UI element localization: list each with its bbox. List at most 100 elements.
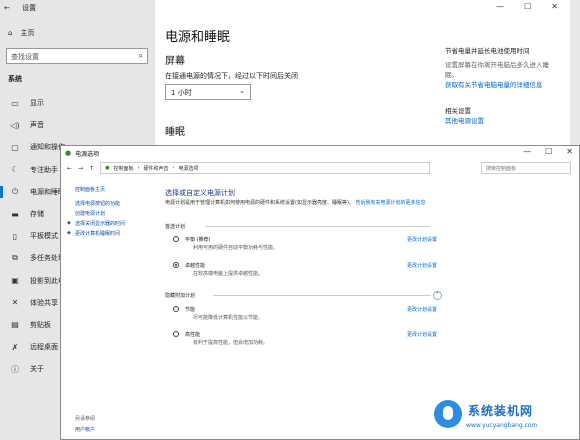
close-icon[interactable]: ✕ — [566, 147, 573, 156]
hidden-plans-heading[interactable]: 隐藏附加计划 — [165, 292, 195, 299]
cp-side-link-create-plan[interactable]: 创建电源计划 — [75, 210, 105, 217]
preferred-plans-heading: 首选计划 — [165, 224, 186, 230]
watermark-logo-icon — [434, 400, 462, 428]
display-icon: ▭ — [11, 98, 19, 108]
plan-name: 节能 — [185, 307, 196, 313]
speaker-icon: ◁) — [10, 120, 20, 130]
search-icon: ⌕ — [138, 51, 143, 60]
minimize-icon[interactable]: — — [523, 147, 531, 156]
plan-radio[interactable] — [173, 236, 179, 242]
power-options-icon: ● — [65, 149, 72, 157]
change-plan-settings-link[interactable]: 更改计划设置 — [407, 262, 437, 269]
shield-icon: ◆ — [67, 230, 71, 236]
breadcrumb-item[interactable]: 硬件和声音 — [143, 165, 168, 172]
cp-search-input[interactable]: 搜索控制面板 — [481, 162, 571, 174]
plan-description: 有利于提高性能，但会增加功耗。 — [193, 340, 269, 346]
sidebar-item-label: 关于 — [30, 365, 44, 374]
remote-icon: ✗ — [11, 342, 19, 352]
cp-intro: 电源计划是用于管理计算机如何使用电源的硬件和系统设置(如显示器亮度、睡眠等)。 … — [165, 200, 445, 207]
change-plan-settings-link[interactable]: 更改计划设置 — [407, 306, 437, 313]
chevron-down-icon: ⌄ — [239, 87, 245, 95]
settings-window-controls: — ☐ ✕ — [496, 2, 558, 11]
screen-heading: 屏幕 — [165, 56, 185, 67]
cp-address-bar: ← → ↑ ● 控制面板 › 硬件和声音 › 电源选项 搜索控制面板 — [61, 161, 579, 175]
plan-radio-selected[interactable] — [173, 262, 179, 268]
related-settings-title: 相关设置 — [445, 107, 471, 115]
settings-window-title: 设置 — [22, 4, 37, 12]
multitask-icon: ⧉ — [12, 253, 18, 263]
search-placeholder: 查找设置 — [11, 53, 39, 61]
change-plan-settings-link[interactable]: 更改计划设置 — [407, 331, 437, 338]
forward-arrow-icon[interactable]: → — [78, 165, 83, 172]
settings-titlebar: ← 设置 — [4, 3, 36, 13]
settings-window: ← 设置 ⌂ 主页 查找设置 ⌕ 系统 ▭ 显示 ◁) 声音 ▢ 通知和操作 ☾ 专注助… — [0, 0, 570, 440]
storage-icon: ▬ — [11, 209, 19, 219]
cp-home-link[interactable]: 控制面板主页 — [75, 186, 105, 193]
cp-sidebar: 控制面板主页 选择电源按钮的功能 创建电源计划 ◆ 选择关闭显示器的时间 ◆ 更… — [61, 180, 151, 438]
back-arrow-icon[interactable]: ← — [67, 165, 72, 172]
plan-description: 利用可用的硬件自动平衡功耗与性能。 — [193, 245, 279, 251]
tablet-icon: ▯ — [12, 231, 18, 241]
settings-search-input[interactable]: 查找设置 ⌕ — [6, 48, 148, 64]
preferred-plans-divider — [205, 226, 430, 227]
power-options-window: ● 电源选项 — ☐ ✕ ← → ↑ ● 控制面板 › 硬件和声音 › 电源选项… — [60, 145, 580, 440]
power-plan-info-link[interactable]: 告诉我有关电源计划的更多信息 — [356, 200, 426, 206]
see-also-heading: 另请参阅 — [75, 416, 96, 422]
cp-side-link-sleep-time[interactable]: ◆ 更改计算机睡眠时间 — [67, 230, 120, 237]
plan-description: 尽可能降低计算机性能以节能。 — [193, 315, 264, 321]
minimize-icon[interactable]: — — [496, 2, 504, 11]
section-heading-system: 系统 — [8, 75, 22, 83]
cp-side-link-display-off[interactable]: ◆ 选择关闭显示器的时间 — [67, 220, 125, 227]
power-icon: ⏻ — [11, 186, 19, 196]
breadcrumb-item[interactable]: 电源选项 — [179, 165, 199, 172]
close-icon[interactable]: ✕ — [551, 2, 558, 11]
screen-timeout-value: 1 小时 — [171, 89, 192, 97]
additional-power-settings-link[interactable]: 其他电源设置 — [445, 116, 570, 126]
maximize-icon[interactable]: ☐ — [524, 2, 531, 11]
sidebar-item-label: 存储 — [30, 210, 44, 219]
tip-description-line-2: 眠。 — [445, 71, 458, 79]
sidebar-item-label: 远程桌面 — [30, 343, 58, 352]
sidebar-item-label: 显示 — [30, 99, 44, 108]
user-accounts-link[interactable]: 用户帐户 — [75, 426, 95, 433]
page-title: 电源和睡眠 — [165, 30, 231, 45]
share-icon: ✕ — [11, 298, 19, 308]
up-arrow-icon[interactable]: ↑ — [89, 165, 94, 172]
clipboard-icon: ▤ — [11, 320, 19, 330]
maximize-icon[interactable]: ☐ — [545, 147, 552, 156]
info-icon: ⓘ — [11, 364, 19, 374]
change-plan-settings-link[interactable]: 更改计划设置 — [407, 236, 437, 243]
back-arrow-icon[interactable]: ← — [4, 4, 10, 12]
sidebar-item-display[interactable]: ▭ 显示 — [0, 92, 155, 114]
projector-icon: ▣ — [11, 276, 19, 286]
chevron-right-icon: › — [172, 165, 175, 171]
plan-description: 在较高端电脑上提供卓越性能。 — [193, 271, 264, 277]
collapse-chevron-up-icon[interactable]: ^ — [433, 291, 442, 300]
breadcrumb[interactable]: ● 控制面板 › 硬件和声音 › 电源选项 — [100, 162, 431, 174]
plan-name: 高性能 — [185, 332, 201, 338]
sidebar-item-label: 声音 — [30, 121, 44, 130]
plan-name: 平衡 (推荐) — [185, 237, 211, 243]
control-panel-icon: ● — [105, 165, 110, 171]
sidebar-item-label: 专注助手 — [30, 165, 58, 174]
home-icon: ⌂ — [8, 29, 13, 37]
sidebar-item-label: 平板模式 — [30, 232, 58, 241]
cp-titlebar: ● 电源选项 — [61, 146, 579, 160]
moon-icon: ☾ — [11, 165, 19, 175]
breadcrumb-item[interactable]: 控制面板 — [113, 165, 133, 172]
hidden-plans-divider — [213, 295, 431, 296]
watermark: 系统装机网 www.yucyangbang.com — [430, 398, 580, 440]
settings-right-panel: 节省电量并延长电池使用时间 设置屏幕在你离开电脑后多久进入睡 眠。 获取有关节省… — [445, 46, 570, 126]
chevron-right-icon: › — [137, 165, 140, 171]
tip-link[interactable]: 获取有关节省电脑电量的详细信息 — [445, 80, 570, 90]
screen-timeout-dropdown[interactable]: 1 小时 ⌄ — [165, 84, 251, 100]
watermark-title: 系统装机网 — [468, 404, 534, 418]
cp-side-link-power-button[interactable]: 选择电源按钮的功能 — [75, 200, 120, 207]
watermark-url: www.yucyangbang.com — [466, 422, 538, 429]
tip-title: 节省电量并延长电池使用时间 — [445, 47, 530, 55]
plan-radio[interactable] — [173, 306, 179, 312]
plan-radio[interactable] — [173, 331, 179, 337]
sidebar-item-sound[interactable]: ◁) 声音 — [0, 114, 155, 136]
cp-window-title: 电源选项 — [75, 150, 100, 158]
sidebar-item-home[interactable]: ⌂ 主页 — [8, 28, 34, 38]
